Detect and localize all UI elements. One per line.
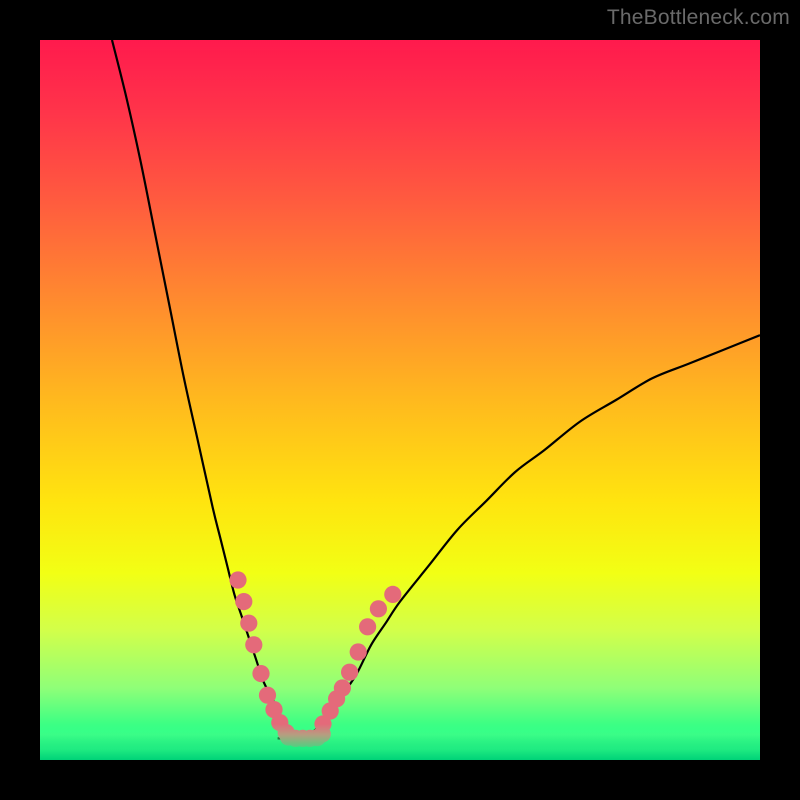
- marker-dot: [359, 618, 376, 635]
- marker-dot: [235, 593, 252, 610]
- watermark-text: TheBottleneck.com: [607, 6, 790, 30]
- bottleneck-curve: [112, 40, 760, 739]
- chart-frame: TheBottleneck.com: [0, 0, 800, 800]
- marker-dot: [341, 664, 358, 681]
- curve-svg: [40, 40, 760, 760]
- marker-dot: [384, 586, 401, 603]
- marker-dot: [334, 679, 351, 696]
- marker-dot: [245, 636, 262, 653]
- marker-dot: [350, 643, 367, 660]
- marker-dot: [252, 665, 269, 682]
- plot-area: [40, 40, 760, 760]
- marker-dot: [240, 615, 257, 632]
- marker-dot: [370, 600, 387, 617]
- marker-dot: [229, 571, 246, 588]
